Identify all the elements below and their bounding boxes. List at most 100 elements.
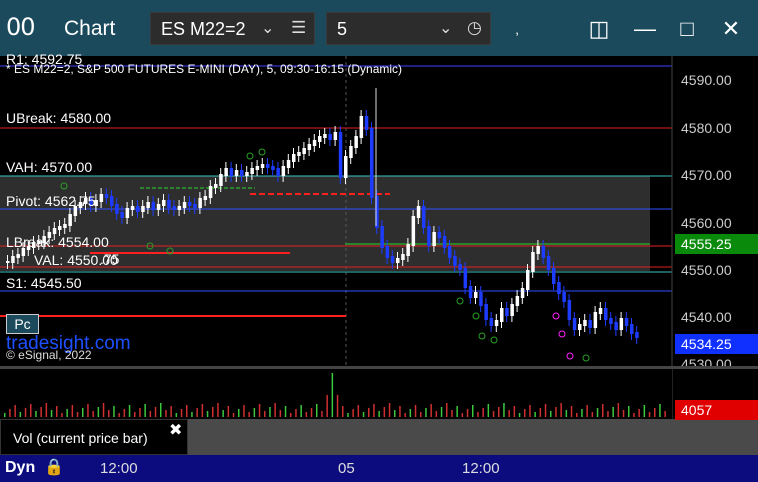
volume-bar — [128, 405, 131, 417]
interval-value: 5 — [337, 19, 348, 39]
time-axis[interactable]: Dyn 🔒 12:00 05 12:00 — [0, 455, 758, 482]
symbol-dropdown[interactable]: ES M22=2 ⌄ ☰ — [150, 12, 315, 45]
candle-body — [427, 226, 431, 246]
candle-body — [546, 256, 551, 270]
chevron-down-icon[interactable]: ⌄ — [261, 18, 274, 38]
candle-body — [448, 246, 452, 258]
price-axis-label: 4570.00 — [681, 167, 732, 183]
val-suffix-label: .75 — [100, 251, 120, 267]
candle-body — [297, 152, 301, 156]
candle-body — [520, 288, 525, 298]
candle-body — [531, 252, 535, 272]
volume-bar — [617, 403, 620, 417]
candle-body — [276, 168, 280, 176]
pc-button[interactable]: Pc — [6, 314, 39, 334]
candle-body — [583, 320, 587, 326]
volume-bar — [232, 413, 235, 417]
candle-body — [224, 168, 228, 176]
volume-bar — [144, 404, 146, 417]
volume-bar — [492, 411, 495, 417]
volume-bar — [602, 404, 604, 417]
volume-bar — [529, 405, 531, 417]
chevron-down-icon[interactable]: ⌄ — [439, 18, 452, 38]
candle-body — [58, 226, 62, 230]
minimize-icon[interactable]: — — [628, 12, 662, 46]
volume-bar — [149, 411, 152, 417]
close-icon[interactable]: ✕ — [714, 12, 748, 46]
candle-body — [318, 136, 322, 142]
volume-bar — [477, 412, 479, 417]
volume-bar — [659, 404, 661, 417]
candle-body — [567, 300, 572, 320]
price-axis-label: 4590.00 — [681, 72, 732, 88]
candle-body — [198, 198, 202, 208]
candle-body — [219, 174, 223, 186]
candle-body — [609, 318, 613, 324]
volume-bar — [4, 413, 6, 417]
candle-body — [63, 224, 67, 228]
candle-body — [536, 246, 540, 254]
volume-bar — [508, 410, 510, 417]
candle-body — [260, 164, 265, 168]
volume-bar — [550, 411, 552, 417]
candle-body — [104, 194, 109, 198]
candle-body — [572, 318, 577, 330]
volume-bar — [456, 406, 458, 417]
export-icon[interactable]: ◫ — [582, 12, 616, 46]
volume-bar — [435, 411, 438, 417]
volume-bar — [357, 405, 360, 417]
volume-bar — [274, 403, 276, 417]
candle-body — [302, 148, 306, 154]
candle-body — [364, 116, 369, 130]
volume-bar — [305, 412, 308, 417]
volume-bar — [92, 411, 94, 417]
candle-body — [193, 204, 197, 208]
candle-body — [177, 206, 182, 210]
volume-bar — [300, 405, 302, 417]
volume-bar — [24, 408, 27, 417]
volume-bar — [570, 406, 573, 417]
dyn-button[interactable]: Dyn — [5, 459, 35, 477]
maximize-icon[interactable]: □ — [670, 12, 704, 46]
candle-body — [411, 216, 416, 246]
volume-bar — [295, 409, 297, 417]
candle-body — [292, 154, 296, 162]
candle-body — [245, 172, 249, 176]
volume-bar — [409, 409, 412, 417]
app-grid-icon: 00 — [6, 13, 36, 41]
volume-bar — [565, 410, 568, 417]
price-axis-label: 4580.00 — [681, 120, 732, 136]
volume-bar — [102, 403, 105, 417]
volume-bar — [316, 404, 318, 417]
list-icon[interactable]: ☰ — [291, 18, 306, 38]
candle-body — [182, 202, 187, 208]
volume-bar — [555, 407, 557, 417]
volume-bar — [30, 404, 32, 417]
volume-bar — [404, 413, 406, 417]
volume-bar — [238, 409, 240, 417]
candle-body — [416, 206, 421, 218]
clock-icon[interactable]: ◷ — [467, 18, 482, 38]
candle-body — [229, 168, 234, 176]
candle-body — [578, 324, 582, 330]
ubreak-label: UBreak: 4580.00 — [6, 110, 112, 126]
candle-body — [442, 236, 447, 248]
candle-body — [349, 146, 353, 158]
candle-body — [323, 134, 327, 138]
candle-body — [474, 292, 478, 298]
close-icon[interactable]: ✖ — [169, 420, 182, 440]
candle-body — [557, 282, 561, 294]
volume-bar — [14, 405, 16, 417]
volume-bar — [186, 405, 188, 417]
volume-bar — [498, 407, 500, 417]
lock-icon[interactable]: 🔒 — [44, 457, 64, 477]
volume-bar — [222, 410, 224, 417]
volume-bar — [40, 407, 42, 417]
candle-body — [619, 318, 624, 330]
volume-bar — [654, 408, 656, 417]
volume-bar — [425, 408, 427, 417]
volume-bar — [461, 413, 464, 417]
interval-dropdown[interactable]: 5 ⌄ ◷ — [326, 12, 491, 45]
candle-body — [624, 318, 629, 326]
volume-bar — [253, 408, 256, 417]
